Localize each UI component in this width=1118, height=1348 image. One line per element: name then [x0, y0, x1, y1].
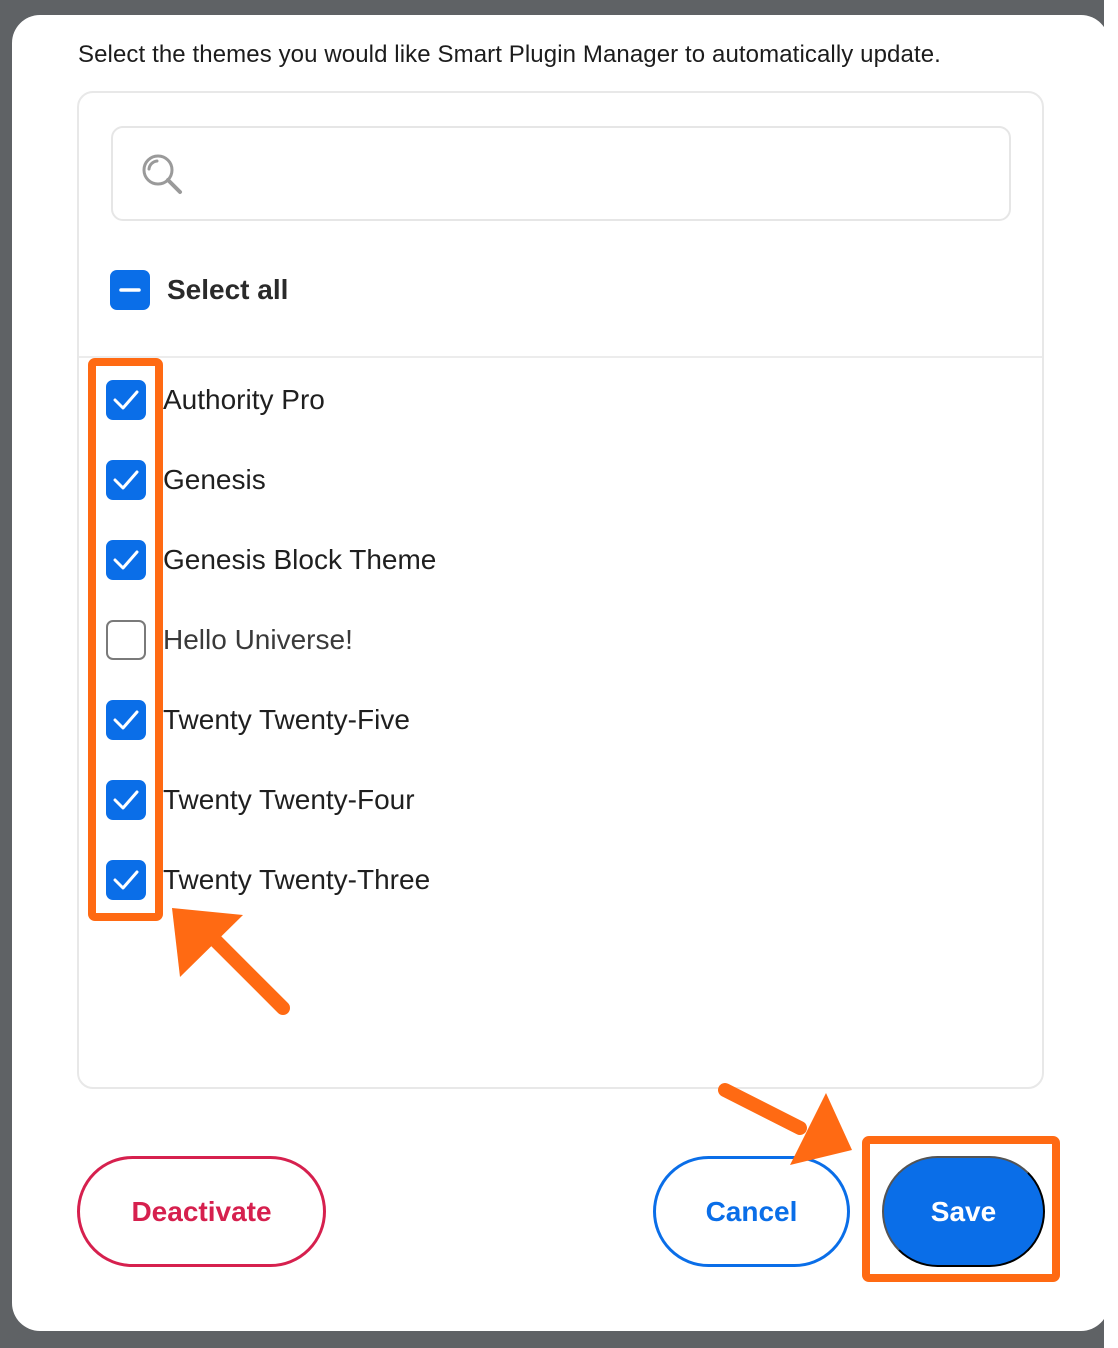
- divider: [79, 356, 1042, 358]
- theme-label: Genesis: [163, 464, 266, 495]
- theme-item-twenty-twenty-five[interactable]: Twenty Twenty-Five: [106, 699, 806, 741]
- checkbox-checked-icon: [106, 780, 146, 820]
- select-all-checkbox[interactable]: Select all: [110, 269, 288, 311]
- theme-item-twenty-twenty-four[interactable]: Twenty Twenty-Four: [106, 779, 806, 821]
- theme-label: Hello Universe!: [163, 624, 353, 655]
- modal-intro-text: Select the themes you would like Smart P…: [78, 41, 941, 68]
- checkbox-checked-icon: [106, 460, 146, 500]
- save-button[interactable]: Save: [882, 1156, 1045, 1267]
- theme-label: Twenty Twenty-Five: [163, 704, 410, 735]
- checkbox-checked-icon: [106, 860, 146, 900]
- auto-update-themes-modal: Select the themes you would like Smart P…: [12, 15, 1109, 1331]
- theme-item-twenty-twenty-three[interactable]: Twenty Twenty-Three: [106, 859, 806, 901]
- checkbox-checked-icon: [106, 700, 146, 740]
- select-all-label: Select all: [167, 274, 289, 305]
- search-icon: [142, 154, 182, 194]
- checkbox-checked-icon: [106, 540, 146, 580]
- theme-item-authority-pro[interactable]: Authority Pro: [106, 379, 806, 421]
- deactivate-button[interactable]: Deactivate: [77, 1156, 326, 1267]
- theme-label: Twenty Twenty-Three: [163, 864, 431, 895]
- theme-selection-panel: Select all Authority Pro Genesis Genesis…: [77, 91, 1044, 1089]
- theme-label: Authority Pro: [163, 384, 325, 415]
- theme-item-hello-universe[interactable]: Hello Universe!: [106, 619, 806, 661]
- theme-label: Genesis Block Theme: [163, 544, 437, 575]
- cancel-button[interactable]: Cancel: [653, 1156, 850, 1267]
- indeterminate-checkbox-icon: [110, 270, 150, 310]
- checkbox-checked-icon: [106, 380, 146, 420]
- search-input[interactable]: [197, 128, 991, 221]
- theme-item-genesis-block-theme[interactable]: Genesis Block Theme: [106, 539, 806, 581]
- checkbox-unchecked-icon: [106, 620, 146, 660]
- search-box[interactable]: [111, 126, 1011, 221]
- theme-item-genesis[interactable]: Genesis: [106, 459, 806, 501]
- theme-label: Twenty Twenty-Four: [163, 784, 415, 815]
